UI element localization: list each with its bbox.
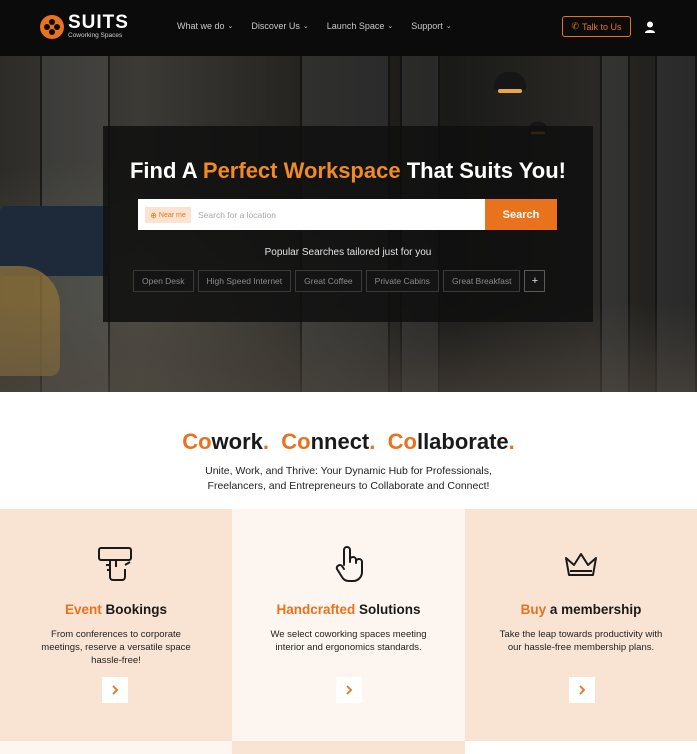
chevron-right-icon: [112, 685, 119, 695]
hero-background-lamp: [494, 72, 526, 93]
chevron-down-icon: ⌄: [387, 23, 394, 30]
card-arrow-button[interactable]: [569, 677, 595, 703]
chip-high-speed-internet[interactable]: High Speed Internet: [197, 270, 292, 292]
tagline-subtitle: Unite, Work, and Thrive: Your Dynamic Hu…: [205, 465, 492, 492]
card-buy-membership: Buy a membership Take the leap towards p…: [465, 509, 697, 741]
logo-subtitle: Coworking Spaces: [68, 32, 123, 39]
menu-item-label: Support: [411, 21, 443, 31]
location-pin-icon: ⊕: [150, 210, 157, 220]
next-row-card: [232, 741, 465, 754]
crown-icon: [565, 553, 597, 576]
logo-icon: [40, 14, 64, 39]
top-navbar: SUITS Coworking Spaces What we do ⌄ Disco…: [0, 0, 697, 56]
menu-item-label: Launch Space: [326, 21, 385, 31]
hand-card-icon: [98, 547, 132, 581]
popular-searches-label: Popular Searches tailored just for you: [264, 247, 432, 258]
card-event-bookings: Event Bookings From conferences to corpo…: [0, 509, 232, 741]
next-row-card: [0, 741, 232, 754]
near-me-label: Near me: [158, 211, 186, 219]
chip-private-cabins[interactable]: Private Cabins: [365, 270, 439, 292]
phone-icon: ✆: [571, 21, 580, 31]
location-search-input[interactable]: [198, 205, 478, 224]
popular-search-chips: Open Desk High Speed Internet Great Coff…: [133, 270, 549, 292]
pointing-hand-icon: [335, 546, 363, 583]
user-icon[interactable]: [643, 20, 657, 34]
talk-to-us-label: Talk to Us: [582, 21, 622, 32]
menu-item-launch-space[interactable]: Launch Space ⌄: [327, 21, 393, 31]
chevron-right-icon: [346, 685, 353, 695]
card-title: Buy a membership: [520, 602, 642, 617]
more-chips-button[interactable]: +: [524, 270, 546, 292]
menu-item-discover-us[interactable]: Discover Us ⌄: [251, 21, 308, 31]
hero-search-panel: Find A Perfect Workspace That Suits You!…: [103, 126, 593, 322]
chevron-down-icon: ⌄: [445, 23, 452, 30]
card-title: Event Bookings: [64, 602, 168, 617]
menu-item-what-we-do[interactable]: What we do ⌄: [177, 21, 233, 31]
logo-name: SUITS: [68, 12, 129, 33]
main-menu: What we do ⌄ Discover Us ⌄ Launch Space ⌄ S…: [177, 21, 470, 31]
card-handcrafted-solutions: Handcrafted Solutions We select coworkin…: [232, 509, 465, 741]
hero-section: Find A Perfect Workspace That Suits You!…: [0, 56, 697, 392]
chip-great-breakfast[interactable]: Great Breakfast: [442, 270, 521, 292]
talk-to-us-button[interactable]: ✆ Talk to Us: [562, 16, 631, 37]
search-bar: ⊕ Near me Search: [138, 199, 557, 230]
chevron-down-icon: ⌄: [227, 23, 234, 30]
chip-open-desk[interactable]: Open Desk: [133, 270, 194, 292]
hero-title: Find A Perfect Workspace That Suits You!: [129, 158, 567, 183]
card-title: Handcrafted Solutions: [276, 602, 421, 617]
card-arrow-button[interactable]: [336, 677, 362, 703]
tagline-heading: Cowork. Connect. Collaborate.: [182, 429, 515, 454]
chip-great-coffee[interactable]: Great Coffee: [295, 270, 362, 292]
chevron-down-icon: ⌄: [302, 23, 309, 30]
card-arrow-button[interactable]: [102, 677, 128, 703]
menu-item-support[interactable]: Support ⌄: [411, 21, 451, 31]
logo[interactable]: SUITS Coworking Spaces: [40, 12, 129, 39]
near-me-button[interactable]: ⊕ Near me: [145, 207, 191, 223]
menu-item-label: Discover Us: [251, 21, 300, 31]
card-description: Take the leap towards productivity with …: [499, 629, 663, 653]
card-description: From conferences to corporate meetings, …: [41, 629, 191, 666]
next-row-card: [465, 741, 697, 754]
menu-item-label: What we do: [177, 21, 225, 31]
search-button[interactable]: Search: [485, 199, 557, 230]
chevron-right-icon: [579, 685, 586, 695]
card-description: We select coworking spaces meeting inter…: [270, 629, 427, 653]
